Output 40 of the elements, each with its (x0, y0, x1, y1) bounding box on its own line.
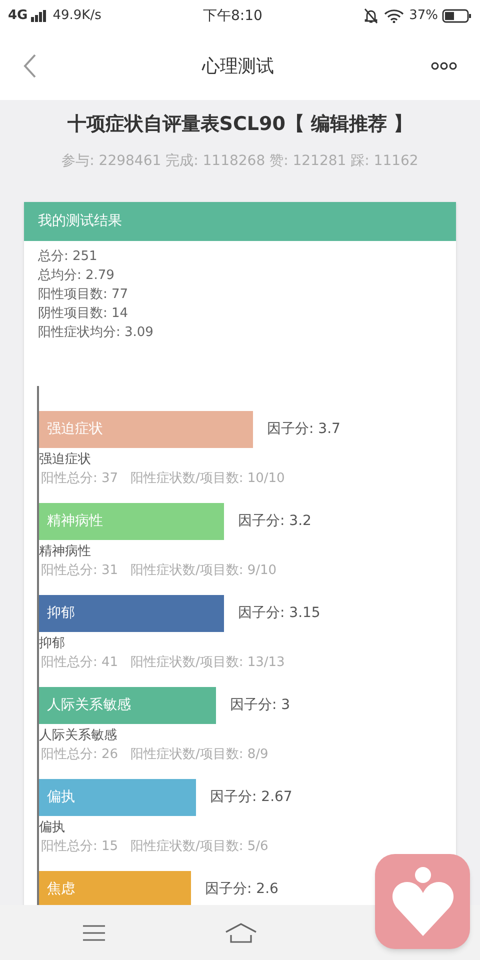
factor-name: 偏执 (39, 818, 66, 836)
bar-label: 强迫症状 (47, 420, 103, 438)
factor-score: 因子分: 3.7 (267, 420, 340, 438)
factor-name: 人际关系敏感 (39, 726, 118, 744)
factor-name: 抑郁 (39, 634, 66, 652)
page-title: 心理测试 (202, 54, 274, 78)
factor-detail: 阳性总分: 41 阳性症状数/项目数: 13/13 (40, 654, 286, 672)
bar-label: 抑郁 (47, 604, 75, 622)
summary-line: 总均分: 2.79 (38, 266, 116, 284)
bell-muted-icon (364, 8, 378, 24)
bar-label: 焦虑 (47, 880, 75, 898)
home-button[interactable] (224, 920, 258, 944)
factor-detail: 阳性总分: 26 阳性症状数/项目数: 8/9 (40, 746, 270, 764)
bar-label: 偏执 (47, 788, 75, 806)
network-label: 4G (8, 7, 28, 26)
factor-detail: 阳性总分: 37 阳性症状数/项目数: 10/10 (40, 470, 286, 488)
summary-line: 阳性项目数: 77 (38, 286, 130, 304)
bar-label: 精神病性 (47, 512, 103, 530)
summary-line: 阴性项目数: 14 (38, 304, 130, 322)
signal-icon (30, 10, 47, 22)
summary-line: 阳性症状均分: 3.09 (38, 324, 154, 342)
card-heading: 我的测试结果 (38, 212, 122, 230)
factor-score: 因子分: 3 (230, 696, 290, 714)
network-speed: 49.9K/s (52, 7, 102, 26)
factor-name: 精神病性 (39, 542, 92, 560)
test-stats: 参与: 2298461 完成: 1118268 赞: 121281 踩: 11162 (62, 152, 418, 170)
summary-line: 总分: 251 (38, 248, 98, 266)
factor-detail: 阳性总分: 31 阳性症状数/项目数: 9/10 (40, 562, 278, 580)
factor-score: 因子分: 3.2 (238, 512, 312, 530)
test-title: 十项症状自评量表SCL90【 编辑推荐 】 (67, 112, 413, 137)
factor-name: 强迫症状 (39, 450, 92, 468)
clock: 下午8:10 (202, 6, 262, 26)
wifi-icon (384, 9, 404, 23)
factor-detail: 阳性总分: 15 阳性症状数/项目数: 5/6 (40, 838, 270, 856)
bar-label: 人际关系敏感 (47, 696, 131, 714)
factor-score: 因子分: 3.15 (238, 604, 320, 622)
factor-score: 因子分: 2.6 (205, 880, 278, 898)
factor-score: 因子分: 2.67 (210, 788, 292, 806)
battery-percent: 37% (409, 7, 438, 26)
battery-icon (442, 9, 472, 23)
